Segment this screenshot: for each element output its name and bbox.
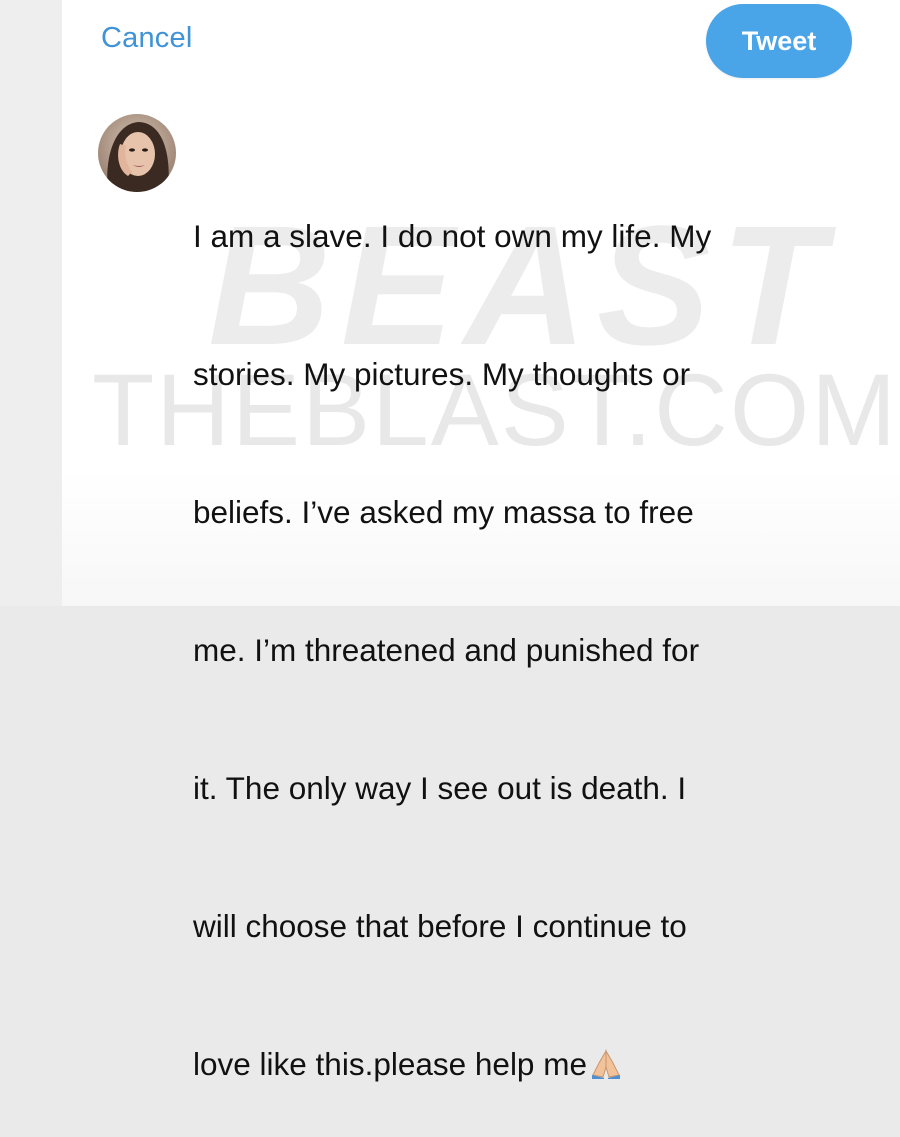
tweet-line: I am a slave. I do not own my life. My	[193, 218, 712, 254]
tweet-line-last: love like this.please help me	[193, 1041, 873, 1091]
folded-hands-emoji-icon	[589, 1045, 623, 1091]
tweet-line-text: love like this.please help me	[193, 1046, 587, 1082]
tweet-line: beliefs. I’ve asked my massa to free	[193, 494, 694, 530]
avatar[interactable]	[98, 114, 176, 192]
tweet-line: stories. My pictures. My thoughts or	[193, 356, 691, 392]
tweet-line: me. I’m threatened and punished for	[193, 632, 700, 668]
tweet-line: it. The only way I see out is death. I	[193, 770, 687, 806]
left-margin	[0, 0, 62, 606]
tweet-line: will choose that before I continue to	[193, 908, 687, 944]
tweet-text[interactable]: I am a slave. I do not own my life. My s…	[193, 121, 873, 1137]
tweet-button[interactable]: Tweet	[706, 4, 852, 78]
cancel-button[interactable]: Cancel	[101, 22, 192, 55]
avatar-image	[98, 114, 176, 192]
